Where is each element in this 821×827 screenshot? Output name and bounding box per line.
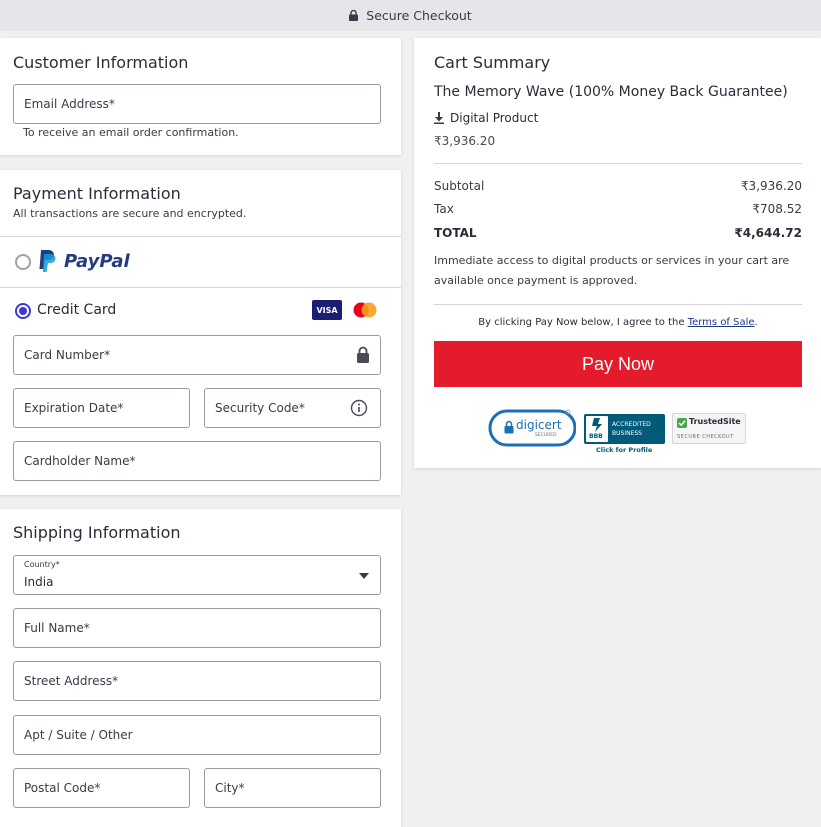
product-type: Digital Product xyxy=(434,111,538,125)
apt-suite-placeholder: Apt / Suite / Other xyxy=(24,728,133,742)
paypal-wordmark: PayPal xyxy=(64,251,130,272)
pay-now-button[interactable]: Pay Now xyxy=(434,341,802,387)
card-number-field[interactable]: Card Number* xyxy=(13,335,381,375)
tax-label: Tax xyxy=(434,202,454,216)
product-type-label: Digital Product xyxy=(450,111,539,125)
mastercard-icon xyxy=(353,302,377,318)
cart-divider-top xyxy=(434,163,802,164)
cardholder-name-field[interactable]: Cardholder Name* xyxy=(13,441,381,481)
trustedsite-secure-checkout: SECURE CHECKOUT xyxy=(677,434,734,440)
expiration-date-placeholder: Expiration Date* xyxy=(24,401,124,415)
total-value: ₹4,644.72 xyxy=(734,226,802,240)
apt-suite-field[interactable]: Apt / Suite / Other xyxy=(13,715,381,755)
chevron-down-icon xyxy=(359,573,369,579)
paypal-option[interactable]: PayPal xyxy=(0,237,401,287)
credit-card-option[interactable]: Credit Card VISA xyxy=(0,288,401,328)
download-icon xyxy=(434,112,444,124)
shipping-information-card: Shipping Information Country* India Full… xyxy=(0,509,401,827)
subtotal-row: Subtotal ₹3,936.20 xyxy=(434,179,802,193)
full-name-placeholder: Full Name* xyxy=(24,621,90,635)
security-code-field[interactable]: Security Code* xyxy=(204,388,381,428)
checkmark-icon xyxy=(677,418,687,428)
postal-code-field[interactable]: Postal Code* xyxy=(13,768,190,808)
info-icon[interactable] xyxy=(350,399,368,417)
bbb-accredited: ACCREDITED xyxy=(612,421,651,428)
cart-summary-title: Cart Summary xyxy=(434,53,551,72)
security-code-placeholder: Security Code* xyxy=(215,401,305,415)
total-label: TOTAL xyxy=(434,226,477,240)
agree-end: . xyxy=(754,317,758,328)
credit-card-label: Credit Card xyxy=(37,302,117,318)
tax-row: Tax ₹708.52 xyxy=(434,202,802,216)
payment-information-title: Payment Information xyxy=(13,184,181,203)
cart-divider-bottom xyxy=(434,304,802,305)
city-field[interactable]: City* xyxy=(204,768,381,808)
bbb-logo-text: BBB xyxy=(589,433,603,440)
agree-text: By clicking Pay Now below, I agree to th… xyxy=(478,317,685,328)
credit-card-radio[interactable] xyxy=(15,303,31,319)
shipping-information-title: Shipping Information xyxy=(13,523,181,542)
total-row: TOTAL ₹4,644.72 xyxy=(434,226,802,240)
bbb-logo-panel: BBB xyxy=(586,416,608,442)
email-field[interactable]: Email Address* xyxy=(13,84,381,124)
card-number-placeholder: Card Number* xyxy=(24,348,111,362)
bbb-box: BBB ACCREDITED BUSINESS xyxy=(584,414,665,444)
cardholder-name-placeholder: Cardholder Name* xyxy=(24,454,136,468)
full-name-field[interactable]: Full Name* xyxy=(13,608,381,648)
email-placeholder: Email Address* xyxy=(24,97,115,111)
city-placeholder: City* xyxy=(215,781,245,795)
email-help-text: To receive an email order confirmation. xyxy=(23,126,239,139)
street-address-placeholder: Street Address* xyxy=(24,674,119,688)
country-select[interactable]: Country* India xyxy=(13,555,381,595)
bbb-business: BUSINESS xyxy=(612,430,642,437)
expiration-date-field[interactable]: Expiration Date* xyxy=(13,388,190,428)
trustedsite-wordmark: TrustedSite xyxy=(689,417,741,426)
access-note: Immediate access to digital products or … xyxy=(434,254,790,287)
customer-information-title: Customer Information xyxy=(13,53,189,72)
lock-icon xyxy=(357,346,369,363)
secure-checkout-title: Secure Checkout xyxy=(366,8,472,23)
subtotal-label: Subtotal xyxy=(434,179,485,193)
postal-code-placeholder: Postal Code* xyxy=(24,781,101,795)
digicert-badge[interactable]: digicert SECURED xyxy=(488,409,576,447)
terms-of-sale-link[interactable]: Terms of Sale xyxy=(688,317,755,328)
country-value: India xyxy=(24,575,54,589)
paypal-icon xyxy=(39,250,56,272)
payment-information-card: Payment Information All transactions are… xyxy=(0,170,401,495)
street-address-field[interactable]: Street Address* xyxy=(13,661,381,701)
visa-icon: VISA xyxy=(312,300,342,320)
digicert-secured: SECURED xyxy=(535,433,557,438)
digicert-wordmark: digicert xyxy=(516,418,562,432)
lock-icon xyxy=(504,420,514,434)
bbb-badge[interactable]: BBB ACCREDITED BUSINESS Click for Profil… xyxy=(584,414,665,456)
payment-subtitle: All transactions are secure and encrypte… xyxy=(13,207,247,220)
customer-information-card: Customer Information Email Address* To r… xyxy=(0,38,401,155)
trustedsite-badge[interactable]: TrustedSite SECURE CHECKOUT xyxy=(672,413,746,444)
product-name: The Memory Wave (100% Money Back Guarant… xyxy=(434,84,788,100)
tax-value: ₹708.52 xyxy=(752,202,802,216)
country-label: Country* xyxy=(24,560,60,569)
subtotal-value: ₹3,936.20 xyxy=(740,179,802,193)
product-price: ₹3,936.20 xyxy=(434,134,496,148)
lock-icon xyxy=(349,10,359,21)
terms-agreement: By clicking Pay Now below, I agree to th… xyxy=(434,317,802,328)
secure-checkout-bar: Secure Checkout xyxy=(0,0,821,31)
paypal-radio[interactable] xyxy=(15,254,31,270)
bbb-profile-link[interactable]: Click for Profile xyxy=(596,446,652,454)
